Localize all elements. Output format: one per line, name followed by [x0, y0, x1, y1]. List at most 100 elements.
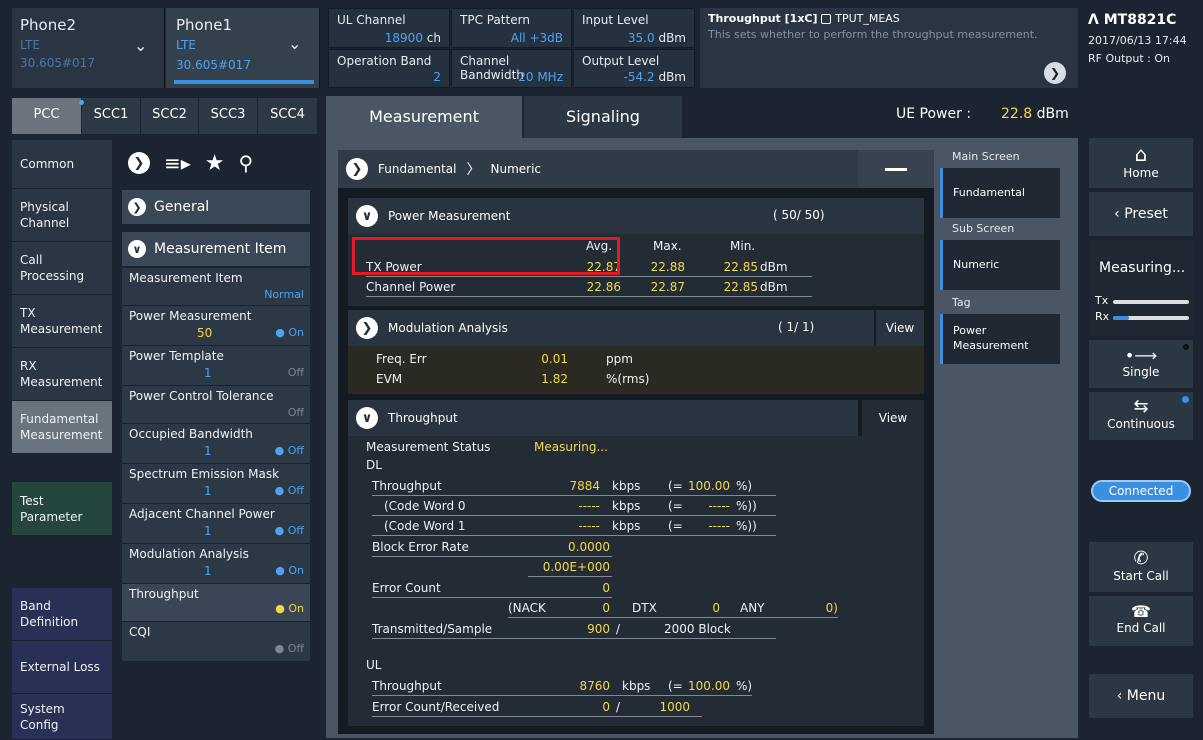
menu-item[interactable]: CQI ● Off — [122, 622, 310, 662]
menu-item[interactable]: Power Measurement 50 ● On — [122, 306, 310, 346]
menu-item-label: Modulation Analysis — [129, 547, 249, 561]
toggle-off[interactable]: ● Off — [275, 524, 304, 537]
sidebar-item-call-processing[interactable]: Call Processing — [12, 242, 112, 295]
sidebar-item-common[interactable]: Common — [12, 140, 112, 189]
bler-label: Block Error Rate — [372, 540, 469, 554]
input-level-param[interactable]: Input Level 35.0 dBm — [573, 8, 695, 48]
sidebar-item-external-loss[interactable]: External Loss — [12, 641, 112, 694]
anritsu-logo-icon: Λ — [1088, 12, 1099, 28]
chevron-down-icon[interactable]: ⌄ — [134, 36, 147, 55]
channel-power-label: Channel Power — [366, 280, 456, 294]
dl-label: DL — [366, 458, 382, 472]
tab-scc3[interactable]: SCC3 — [199, 98, 258, 134]
menu-item[interactable]: Modulation Analysis 1 ● On — [122, 544, 310, 584]
start-call-button[interactable]: ✆ Start Call — [1089, 542, 1193, 592]
cw1-value: ----- — [578, 519, 600, 533]
channel-bandwidth-param[interactable]: Channel Bandwidth 20 MHz — [451, 49, 572, 88]
tab-scc2[interactable]: SCC2 — [141, 98, 199, 134]
phone2-selector[interactable]: Phone2 LTE 30.605#017 ⌄ — [12, 8, 165, 88]
chevron-right-icon[interactable]: ❯ — [346, 158, 368, 180]
screen-fundamental-button[interactable]: Fundamental — [940, 168, 1060, 218]
search-icon[interactable]: ⚲ — [239, 151, 254, 175]
ul-channel-value: 18900 — [384, 31, 423, 45]
tpc-pattern-param[interactable]: TPC Pattern All +3dB — [451, 8, 572, 48]
input-level-value: 35.0 — [627, 31, 655, 45]
throughput-header[interactable]: ∨ Throughput — [348, 400, 858, 436]
tab-scc4[interactable]: SCC4 — [258, 98, 317, 134]
menu-item-selected[interactable]: Throughput ● On — [122, 584, 310, 622]
screen-numeric-button[interactable]: Numeric — [940, 240, 1060, 290]
list-play-icon[interactable]: ≡▸ — [164, 151, 191, 175]
preset-button[interactable]: ‹ Preset — [1089, 192, 1193, 236]
tab-measurement[interactable]: Measurement — [326, 96, 522, 138]
breadcrumb-fundamental[interactable]: Fundamental — [378, 162, 457, 176]
modulation-analysis-header[interactable]: ❯ Modulation Analysis ( 1/ 1) — [348, 310, 874, 346]
toggle-on[interactable]: ● On — [275, 564, 304, 577]
chevron-down-icon: ∨ — [356, 205, 378, 227]
hang-up-icon: ☎ — [1131, 602, 1151, 621]
toggle-off[interactable]: Off — [288, 366, 304, 379]
single-label: Single — [1122, 365, 1160, 379]
general-header[interactable]: ❯ General — [122, 190, 310, 224]
sidebar-item-test-parameter[interactable]: Test Parameter — [12, 482, 112, 536]
operation-band-param[interactable]: Operation Band 2 — [328, 49, 450, 88]
expand-down-icon[interactable]: ❯ — [1044, 62, 1066, 84]
breadcrumb-numeric[interactable]: Numeric — [491, 162, 542, 176]
sidebar-item-system-config[interactable]: System Config — [12, 694, 112, 740]
sidebar-item-tx-measurement[interactable]: TX Measurement — [12, 295, 112, 348]
menu-item[interactable]: Spectrum Emission Mask 1 ● Off — [122, 464, 310, 504]
sidebar-item-rx-measurement[interactable]: RX Measurement — [12, 348, 112, 401]
throughput-view-button[interactable]: View — [862, 400, 924, 436]
rf-output-status: RF Output : On — [1088, 52, 1171, 65]
col-min: Min. — [730, 239, 756, 253]
repeat-icon: ⇆ — [1133, 396, 1149, 417]
ul-channel-param[interactable]: UL Channel 18900 ch — [328, 8, 450, 48]
minimize-button[interactable] — [858, 150, 934, 188]
menu-item[interactable]: Power Template 1 Off — [122, 346, 310, 386]
toggle-on[interactable]: ● On — [275, 326, 304, 339]
menu-item[interactable]: Measurement Item Normal — [122, 268, 310, 306]
power-measurement-header[interactable]: ∨ Power Measurement ( 50/ 50) — [348, 198, 924, 234]
sub-screen-label: Sub Screen — [952, 222, 1015, 235]
toggle-off[interactable]: ● Off — [275, 484, 304, 497]
active-dot-icon — [79, 100, 84, 105]
sidebar-item-band-definition[interactable]: Band Definition — [12, 588, 112, 641]
single-button[interactable]: •⟶ Single — [1089, 340, 1193, 388]
transmitted-value: 900 — [587, 622, 610, 636]
output-level-param[interactable]: Output Level -54.2 dBm — [573, 49, 695, 88]
sidebar: Common Physical Channel Call Processing … — [12, 140, 112, 740]
menu-item-label: Throughput — [129, 587, 199, 601]
measurement-item-header[interactable]: ∨ Measurement Item — [122, 232, 310, 266]
toggle-on[interactable]: ● On — [275, 602, 304, 615]
nack-label: (NACK — [508, 601, 546, 615]
ul-throughput-percent: 100.00 — [688, 679, 730, 693]
menu-item-label: Measurement Item — [129, 271, 243, 285]
modulation-count: ( 1/ 1) — [778, 320, 815, 334]
toggle-off[interactable]: Off — [288, 406, 304, 419]
phone1-selector[interactable]: Phone1 LTE 30.605#017 ⌄ — [166, 8, 320, 88]
next-icon[interactable]: ❯ — [128, 152, 150, 174]
sidebar-item-physical-channel[interactable]: Physical Channel — [12, 189, 112, 242]
toggle-off[interactable]: ● Off — [275, 642, 304, 655]
measurement-status-label: Measurement Status — [366, 440, 491, 454]
end-call-button[interactable]: ☎ End Call — [1089, 596, 1193, 646]
menu-item[interactable]: Occupied Bandwidth 1 ● Off — [122, 424, 310, 464]
home-button[interactable]: ⌂ Home — [1089, 138, 1193, 188]
menu-item[interactable]: Power Control Tolerance Off — [122, 386, 310, 424]
modulation-view-button[interactable]: View — [876, 310, 924, 346]
tab-signaling[interactable]: Signaling — [524, 96, 682, 138]
star-icon[interactable]: ★ — [205, 151, 225, 176]
evm-value: 1.82 — [541, 372, 568, 386]
toggle-off[interactable]: ● Off — [275, 444, 304, 457]
tag-power-measurement-button[interactable]: Power Measurement — [940, 314, 1060, 364]
menu-button[interactable]: ‹ Menu — [1089, 674, 1193, 718]
sidebar-item-fundamental-measurement[interactable]: Fundamental Measurement — [12, 401, 112, 454]
dl-throughput-value: 7884 — [569, 479, 600, 493]
chevron-down-icon[interactable]: ⌄ — [288, 34, 301, 53]
tab-scc1[interactable]: SCC1 — [82, 98, 141, 134]
ue-power-label: UE Power : — [896, 106, 972, 122]
menu-item[interactable]: Adjacent Channel Power 1 ● Off — [122, 504, 310, 544]
continuous-button[interactable]: ⇆ Continuous — [1089, 392, 1193, 440]
evm-label: EVM — [376, 372, 403, 386]
tab-pcc[interactable]: PCC — [12, 98, 82, 134]
